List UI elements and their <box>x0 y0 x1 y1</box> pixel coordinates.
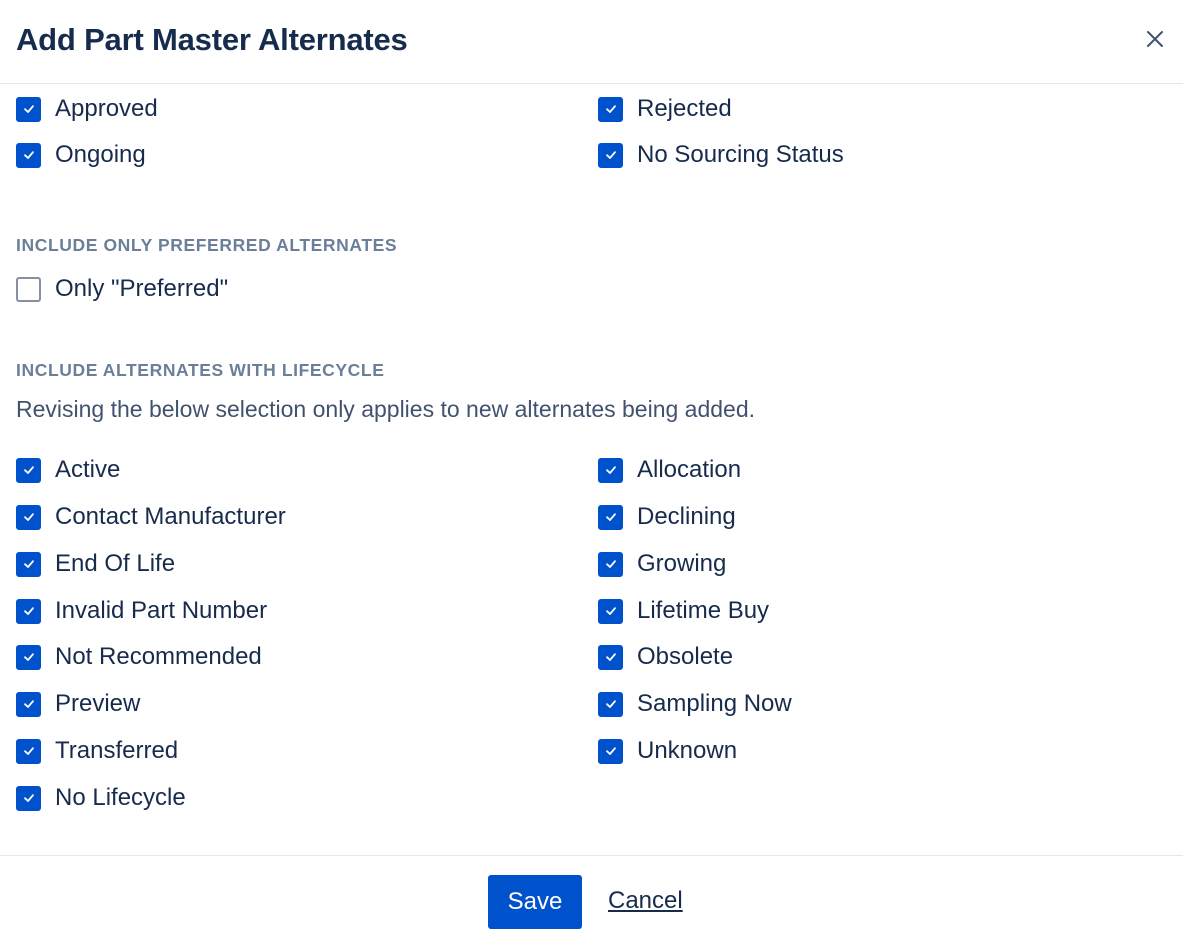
checkbox-active[interactable]: Active <box>16 455 120 485</box>
checkbox-growing[interactable]: Growing <box>598 549 726 579</box>
checkbox-box[interactable] <box>598 738 623 764</box>
dialog-footer: Save Cancel <box>0 855 1183 932</box>
checkbox-box[interactable] <box>598 598 623 624</box>
checkbox-end-of-life[interactable]: End Of Life <box>16 549 175 579</box>
checkbox-label: Active <box>55 456 121 483</box>
checkbox-box[interactable] <box>16 96 41 122</box>
checkbox-label: Not Recommended <box>55 643 262 670</box>
checkbox-box[interactable] <box>598 504 623 530</box>
checkmark-icon <box>23 700 34 708</box>
checkbox-box[interactable] <box>16 276 41 302</box>
checkmark-icon <box>605 560 616 568</box>
checkmark-icon <box>605 105 616 113</box>
checkbox-label: Obsolete <box>637 643 734 670</box>
checkmark-icon <box>23 653 34 661</box>
checkbox-ongoing[interactable]: Ongoing <box>16 140 146 170</box>
checkbox-sampling-now[interactable]: Sampling Now <box>598 689 792 719</box>
checkbox-label: Declining <box>637 503 736 530</box>
lifecycle-note: Revising the below selection only applie… <box>16 396 756 422</box>
checkbox-box[interactable] <box>16 785 41 811</box>
checkbox-approved[interactable]: Approved <box>16 94 158 124</box>
checkmark-icon <box>605 466 616 474</box>
checkmark-icon <box>605 747 616 755</box>
checkbox-allocation[interactable]: Allocation <box>598 455 741 485</box>
checkmark-icon <box>605 653 616 661</box>
checkbox-box[interactable] <box>16 738 41 764</box>
checkbox-not-recommended[interactable]: Not Recommended <box>16 642 262 672</box>
checkbox-box[interactable] <box>598 457 623 483</box>
checkbox-label: Rejected <box>637 95 732 122</box>
checkbox-declining[interactable]: Declining <box>598 502 736 532</box>
checkmark-icon <box>605 607 616 615</box>
checkmark-icon <box>605 513 616 521</box>
preferred-section-heading: INCLUDE ONLY PREFERRED ALTERNATES <box>16 235 398 255</box>
checkbox-no-lifecycle[interactable]: No Lifecycle <box>16 783 186 813</box>
checkbox-label: Growing <box>637 550 727 577</box>
add-alternates-dialog: Add Part Master Alternates Approved Reje… <box>0 0 1183 932</box>
checkbox-obsolete[interactable]: Obsolete <box>598 642 733 672</box>
checkbox-lifetime-buy[interactable]: Lifetime Buy <box>598 596 769 626</box>
checkbox-box[interactable] <box>598 142 623 168</box>
checkbox-box[interactable] <box>16 551 41 577</box>
close-button[interactable] <box>1142 26 1168 52</box>
checkmark-icon <box>23 151 34 159</box>
checkbox-box[interactable] <box>598 96 623 122</box>
checkbox-label: Ongoing <box>55 141 146 168</box>
checkbox-box[interactable] <box>598 644 623 670</box>
checkbox-unknown[interactable]: Unknown <box>598 736 737 766</box>
checkbox-no-sourcing-status[interactable]: No Sourcing Status <box>598 140 844 170</box>
checkbox-label: Invalid Part Number <box>55 597 268 624</box>
checkbox-only-preferred[interactable]: Only "Preferred" <box>16 274 228 304</box>
checkbox-label: No Lifecycle <box>55 784 186 811</box>
checkmark-icon <box>23 794 34 802</box>
checkbox-box[interactable] <box>16 142 41 168</box>
checkbox-box[interactable] <box>598 691 623 717</box>
checkbox-label: Allocation <box>637 456 742 483</box>
checkbox-transferred[interactable]: Transferred <box>16 736 178 766</box>
save-button[interactable]: Save <box>488 875 582 929</box>
dialog-title: Add Part Master Alternates <box>16 22 408 57</box>
checkmark-icon <box>605 700 616 708</box>
checkbox-label: Approved <box>55 95 158 122</box>
checkmark-icon <box>605 151 616 159</box>
checkmark-icon <box>23 466 34 474</box>
checkbox-box[interactable] <box>16 644 41 670</box>
checkbox-label: No Sourcing Status <box>637 141 844 168</box>
lifecycle-section-heading: INCLUDE ALTERNATES WITH LIFECYCLE <box>16 360 385 380</box>
cancel-link[interactable]: Cancel <box>608 887 683 915</box>
checkbox-box[interactable] <box>16 457 41 483</box>
checkmark-icon <box>23 105 34 113</box>
checkbox-box[interactable] <box>16 504 41 530</box>
checkbox-label: Lifetime Buy <box>637 597 770 624</box>
checkmark-icon <box>23 607 34 615</box>
close-icon <box>1147 31 1163 47</box>
checkbox-box[interactable] <box>16 598 41 624</box>
checkbox-label: Transferred <box>55 737 179 764</box>
checkbox-contact-manufacturer[interactable]: Contact Manufacturer <box>16 502 286 532</box>
checkmark-icon <box>23 560 34 568</box>
checkbox-label: End Of Life <box>55 550 176 577</box>
checkbox-invalid-part-number[interactable]: Invalid Part Number <box>16 596 267 626</box>
checkmark-icon <box>23 747 34 755</box>
dialog-header: Add Part Master Alternates <box>0 0 1183 84</box>
checkbox-rejected[interactable]: Rejected <box>598 94 732 124</box>
checkbox-label: Only "Preferred" <box>55 275 229 302</box>
checkbox-box[interactable] <box>16 691 41 717</box>
checkbox-preview[interactable]: Preview <box>16 689 140 719</box>
checkbox-box[interactable] <box>598 551 623 577</box>
checkbox-label: Contact Manufacturer <box>55 503 286 530</box>
checkbox-label: Unknown <box>637 737 738 764</box>
checkbox-label: Sampling Now <box>637 690 792 717</box>
checkbox-label: Preview <box>55 690 141 717</box>
checkmark-icon <box>23 513 34 521</box>
